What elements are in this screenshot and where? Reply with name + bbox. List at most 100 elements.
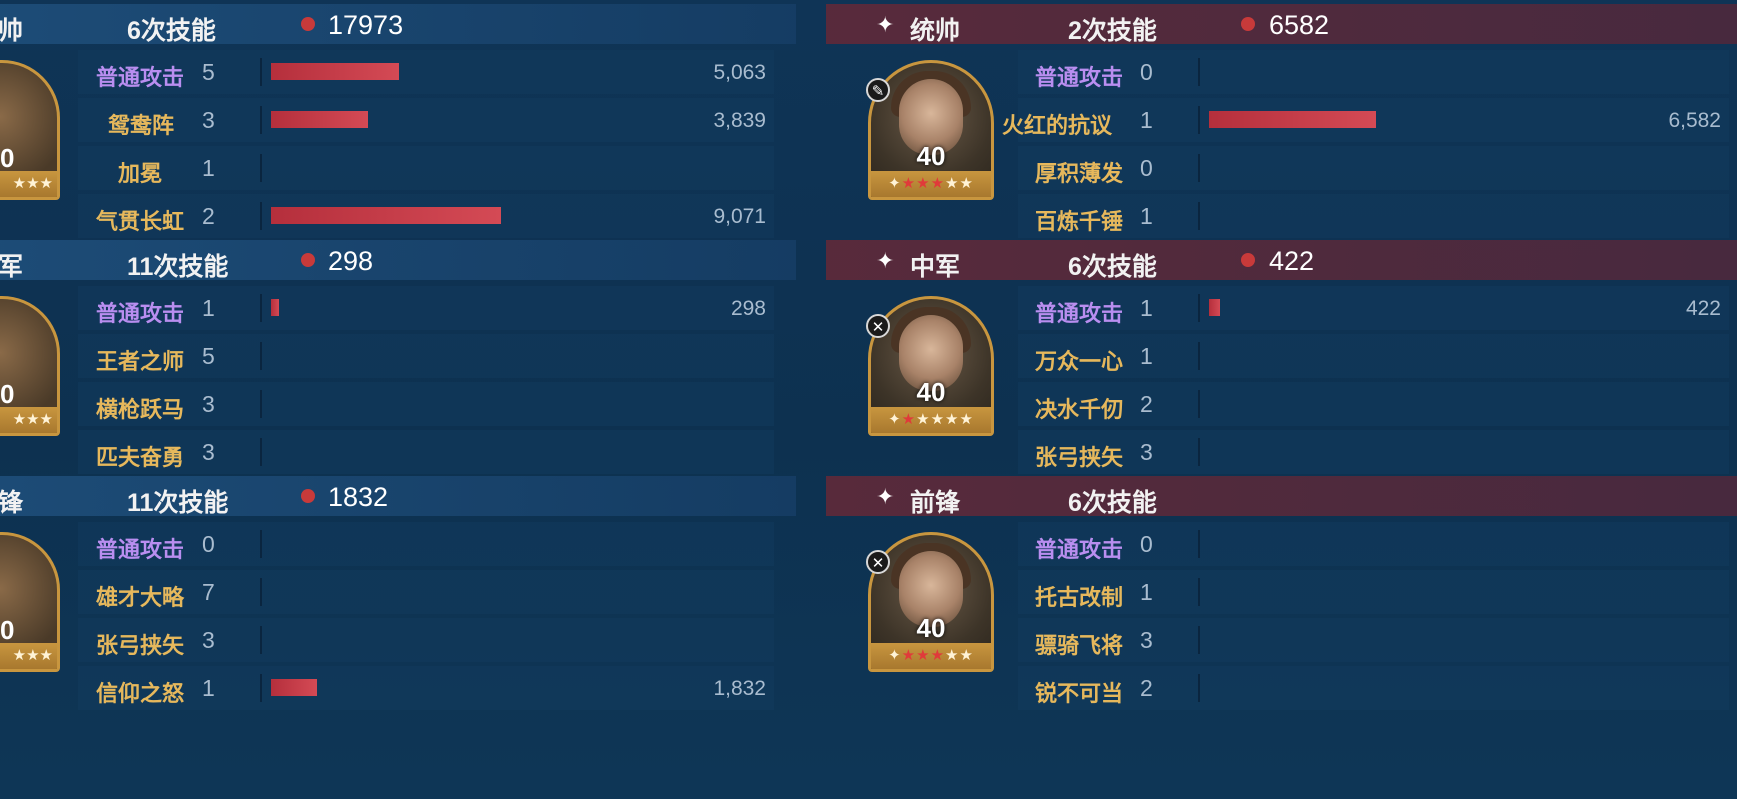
skill-name: 锐不可当 (1035, 681, 1124, 706)
skill-name: 张弓挟矢 (1035, 445, 1124, 470)
star-icon: ★ (959, 647, 974, 664)
skill-count: 1 (202, 295, 215, 321)
skill-count: 2 (1140, 675, 1153, 701)
row-divider (1198, 674, 1200, 702)
hero-portrait[interactable]: 0 ★★★ (0, 532, 60, 672)
damage-dot-icon (301, 17, 315, 31)
damage-bar (271, 207, 501, 224)
hero-stars: ✦★★★★★ (871, 407, 991, 433)
damage-value: 298 (730, 297, 766, 320)
skill-count: 3 (202, 627, 215, 653)
star-icon: ★ (930, 647, 946, 664)
row-divider (260, 578, 262, 606)
star-icon: ★ (959, 175, 974, 192)
skill-name: 横枪跃马 (96, 397, 185, 422)
skill-name: 匹夫奋勇 (96, 445, 185, 470)
row-divider (1198, 294, 1200, 322)
skill-count: 5 (202, 343, 215, 369)
row-divider (1198, 342, 1200, 370)
star-icon: ★ (959, 411, 974, 428)
skill-row: 托古改制 1 (1018, 570, 1729, 614)
skill-row: 张弓挟矢 3 (1018, 430, 1729, 474)
damage-dot-icon (301, 253, 315, 267)
skill-row: 普通攻击 0 (1018, 522, 1729, 566)
hero-group: ✦ 前锋 6次技能 40 ✦★★★★★ ✕ 普通攻击 0 托古改制 1 骠骑飞将 3 锐不可当 2 (826, 476, 1737, 712)
skill-row: 普通攻击 5 5,063 (78, 50, 774, 94)
skill-row: 王者之师 5 (78, 334, 774, 378)
skill-count-label: 6次技能 (1068, 489, 1157, 517)
damage-value: 9,071 (713, 205, 766, 228)
skill-name: 百炼千锤 (1035, 209, 1124, 234)
star-icon: ★ (930, 411, 946, 428)
skill-row: 普通攻击 0 (78, 522, 774, 566)
damage-value: 6,582 (1668, 109, 1721, 132)
row-divider (1198, 438, 1200, 466)
hero-portrait[interactable]: 0 ★★★ (0, 296, 60, 436)
row-divider (260, 530, 262, 558)
damage-bar (271, 111, 368, 128)
skill-name: 普通攻击 (96, 301, 185, 326)
hero-level: 0 (0, 379, 15, 409)
hero-group: ✦ 中军 6次技能 422 40 ✦★★★★★ ✕ 普通攻击 1 422 万众一心 1 决水千仞 2 张弓挟… (826, 240, 1737, 476)
damage-value: 422 (1685, 297, 1721, 320)
hero-level: 40 (916, 377, 946, 407)
star-icon: ★ (945, 411, 960, 428)
damage-bar (1209, 111, 1376, 128)
damage-dot-icon (1241, 17, 1255, 31)
row-divider (1198, 106, 1200, 134)
skill-count: 3 (1140, 627, 1153, 653)
total-damage: 422 (1269, 246, 1315, 276)
skill-count-label: 11次技能 (127, 489, 229, 517)
skill-name: 决水千仞 (1035, 397, 1124, 422)
star-icon: ★ (916, 411, 931, 428)
row-divider (1198, 390, 1200, 418)
rank-star-icon: ✦ (888, 411, 902, 428)
role-label: 统帅 (910, 17, 961, 45)
skill-row: 信仰之怒 1 1,832 (78, 666, 774, 710)
hero-level: 40 (916, 141, 946, 171)
role-label: 中军 (910, 253, 961, 281)
skill-name: 雄才大略 (96, 585, 185, 610)
star-icon: ★ (916, 175, 931, 192)
group-header: ✦ 统帅 2次技能 6582 (826, 4, 1737, 45)
skill-name: 普通攻击 (96, 537, 185, 562)
damage-value: 5,063 (713, 61, 766, 84)
sparkle-icon: ✦ (876, 12, 895, 37)
hero-stars: ★★★ (0, 643, 57, 669)
damage-dot-icon (1241, 253, 1255, 267)
skill-row: 普通攻击 1 298 (78, 286, 774, 330)
group-header: 军 11次技能 298 (0, 240, 796, 281)
skill-name: 万众一心 (1035, 349, 1124, 374)
skill-count: 2 (1140, 391, 1153, 417)
skill-count: 0 (1140, 531, 1153, 557)
hero-stars: ✦★★★★★ (871, 643, 991, 669)
skill-count: 1 (1140, 203, 1153, 229)
group-header: ✦ 中军 6次技能 422 (826, 240, 1737, 281)
skill-count: 0 (1140, 59, 1153, 85)
skill-count: 3 (202, 107, 215, 133)
skill-name: 气贯长虹 (96, 209, 185, 234)
row-divider (260, 390, 262, 418)
skill-row: 火红的抗议 1 6,582 (1002, 98, 1729, 142)
skill-row: 匹夫奋勇 3 (78, 430, 774, 474)
skill-name: 普通攻击 (96, 65, 185, 90)
damage-bar (271, 299, 279, 316)
hero-group: 帅 6次技能 17973 0 ★★★ 普通攻击 5 5,063 鸳鸯阵 3 3,839 加冕 1 气贯长虹… (0, 4, 800, 240)
skill-name: 托古改制 (1035, 585, 1124, 610)
row-divider (1198, 154, 1200, 182)
star-icon: ★ (901, 411, 917, 428)
star-icon: ★ (901, 175, 917, 192)
row-divider (260, 674, 262, 702)
crossed-swords-icon: ✕ (866, 314, 890, 338)
hero-group: 锋 11次技能 1832 0 ★★★ 普通攻击 0 雄才大略 7 张弓挟矢 3 信仰之怒 1 1,832 (0, 476, 800, 712)
row-divider (260, 294, 262, 322)
skill-name: 普通攻击 (1035, 65, 1124, 90)
skill-row: 锐不可当 2 (1018, 666, 1729, 710)
skill-name: 骠骑飞将 (1035, 633, 1124, 658)
row-divider (260, 106, 262, 134)
skill-count: 3 (1140, 439, 1153, 465)
hero-portrait[interactable]: 0 ★★★ (0, 60, 60, 200)
rank-star-icon: ✦ (888, 175, 902, 192)
hero-level: 40 (916, 613, 946, 643)
skill-row: 厚积薄发 0 (1018, 146, 1729, 190)
